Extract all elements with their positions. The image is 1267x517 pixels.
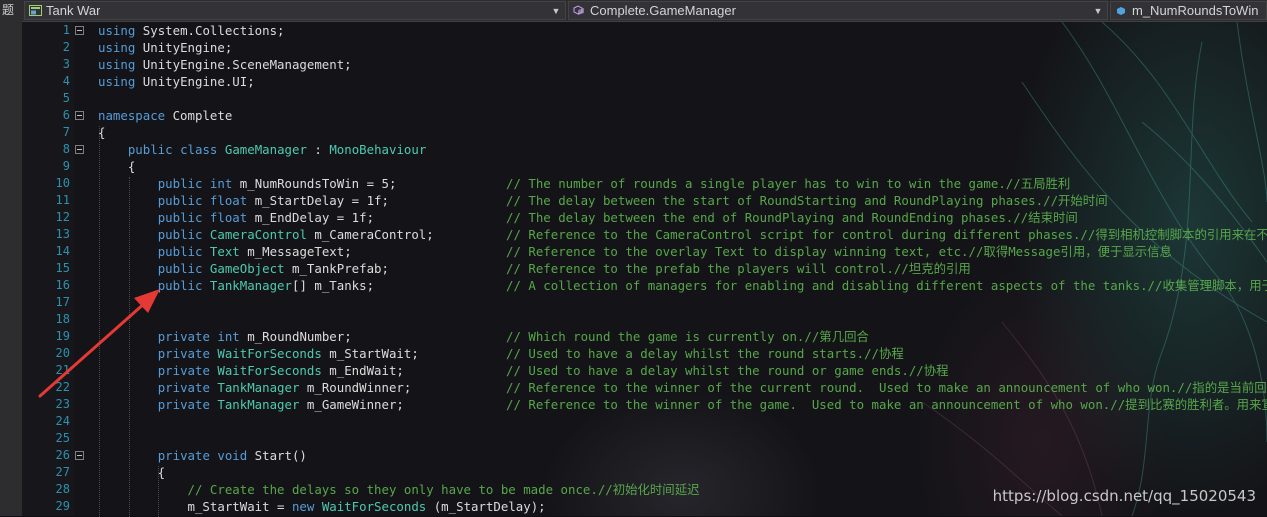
side-glyph: 题 xyxy=(2,3,15,17)
project-name: Tank War xyxy=(46,3,101,18)
class-icon xyxy=(573,5,584,15)
watermark: https://blog.csdn.net/qq_15020543 xyxy=(992,487,1256,505)
project-dropdown[interactable]: Tank War ▼ xyxy=(24,1,566,20)
csharp-project-icon xyxy=(29,5,42,16)
chevron-down-icon: ▼ xyxy=(551,5,561,16)
member-dropdown[interactable]: m_NumRoundsToWin xyxy=(1110,1,1267,20)
chevron-down-icon: ▼ xyxy=(1093,5,1103,16)
class-name: Complete.GameManager xyxy=(590,3,736,18)
navigation-bar: Tank War ▼ Complete.GameManager ▼ m_NumR… xyxy=(22,0,1267,22)
member-name: m_NumRoundsToWin xyxy=(1132,3,1259,18)
left-tool-strip: 题 xyxy=(0,0,23,516)
annotation-arrow xyxy=(38,289,160,398)
code-editor[interactable]: 1 using System.Collections; 2 using UnityEn… xyxy=(22,22,1267,517)
class-dropdown[interactable]: Complete.GameManager ▼ xyxy=(568,1,1108,20)
field-icon xyxy=(1117,7,1125,15)
